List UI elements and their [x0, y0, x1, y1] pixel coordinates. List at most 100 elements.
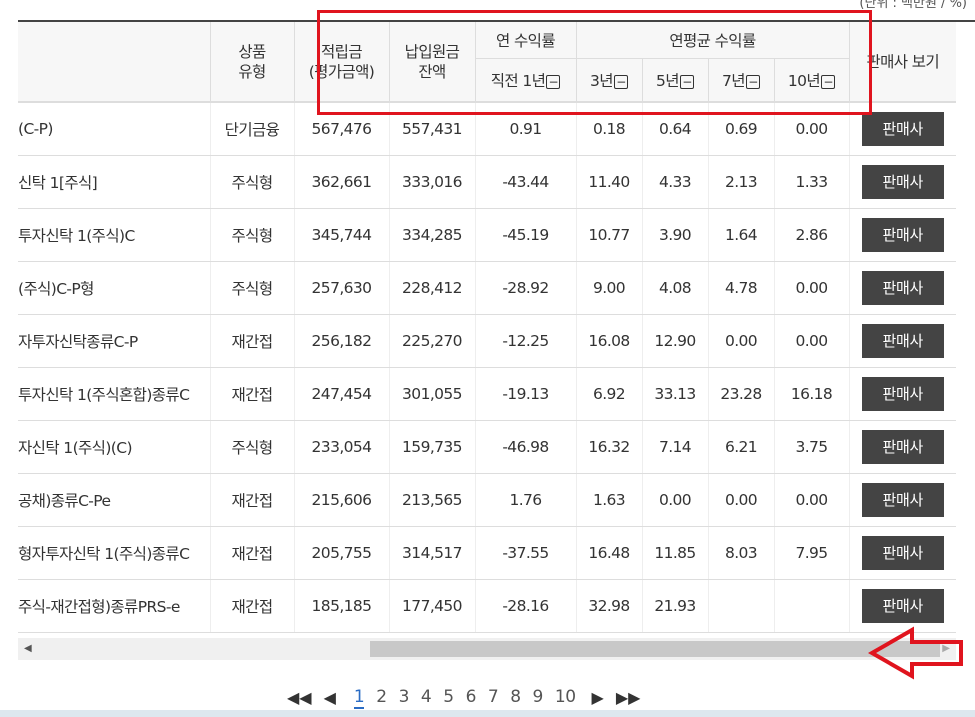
fund-name-cell: 자신탁 1(주식)(C) [18, 420, 210, 474]
last-page-icon[interactable]: ▶▶ [616, 688, 641, 707]
fund-name-cell: 주식-재간접형)종류PRS-e [18, 579, 210, 633]
next-page-icon[interactable]: ▶ [592, 688, 604, 707]
page-link[interactable]: 5 [443, 687, 454, 707]
prev-page-icon[interactable]: ◀ [324, 688, 336, 707]
seller-button[interactable]: 판매사 [861, 218, 944, 252]
return-10y-cell: 0.00 [773, 473, 849, 527]
seller-button[interactable]: 판매사 [861, 112, 944, 146]
return-5y-cell: 4.08 [641, 261, 708, 315]
seller-button[interactable]: 판매사 [861, 536, 944, 570]
seller-button[interactable]: 판매사 [861, 165, 944, 199]
return-3y-cell: 16.08 [575, 314, 642, 368]
return-3y-cell: 10.77 [575, 208, 642, 262]
product-type-cell: 재간접 [209, 314, 294, 368]
pagination: ◀◀ ◀ 1 2 3 4 5 6 7 8 9 10 ▶ ▶▶ [287, 684, 652, 710]
return-7y-cell: 8.03 [707, 526, 774, 580]
product-type-cell: 재간접 [209, 579, 294, 633]
return-1y-cell: -28.92 [474, 261, 576, 315]
paid-principal-cell: 334,285 [388, 208, 475, 262]
accumulated-cell: 215,606 [293, 473, 389, 527]
return-1y-cell: -37.55 [474, 526, 576, 580]
page-link[interactable]: 6 [466, 687, 477, 707]
paid-principal-cell: 225,270 [388, 314, 475, 368]
seller-cell: 판매사 [848, 473, 956, 527]
seller-button[interactable]: 판매사 [861, 377, 944, 411]
seller-button[interactable]: 판매사 [861, 483, 944, 517]
accumulated-cell: 247,454 [293, 367, 389, 421]
return-3y-cell: 11.40 [575, 155, 642, 209]
table-row: 공채)종류C-Pe 재간접 215,606 213,565 1.76 1.63 0.00 0.… [18, 473, 956, 527]
fund-name-text: 신탁 1[주식] [18, 174, 98, 192]
page-link[interactable]: 8 [510, 687, 521, 707]
product-type-cell: 재간접 [209, 473, 294, 527]
return-3y-cell: 16.48 [575, 526, 642, 580]
header-fund-name [18, 22, 210, 103]
return-7y-cell: 0.00 [707, 314, 774, 368]
fund-name-text: 공채)종류C-Pe [18, 492, 111, 510]
table-row: 자투자신탁종류C-P 재간접 256,182 225,270 -12.25 16.08 12… [18, 314, 956, 368]
return-10y-cell: 16.18 [773, 367, 849, 421]
product-type-cell: 주식형 [209, 208, 294, 262]
seller-button[interactable]: 판매사 [861, 271, 944, 305]
return-5y-cell: 3.90 [641, 208, 708, 262]
return-10y-cell: 0.00 [773, 314, 849, 368]
accumulated-cell: 233,054 [293, 420, 389, 474]
fund-name-cell: 자투자신탁종류C-P [18, 314, 210, 368]
page-link[interactable]: 2 [376, 687, 387, 707]
return-3y-cell: 6.92 [575, 367, 642, 421]
seller-button[interactable]: 판매사 [861, 324, 944, 358]
return-7y-cell: 6.21 [707, 420, 774, 474]
scroll-thumb[interactable] [370, 641, 940, 657]
table-row: 신탁 1[주식] 주식형 362,661 333,016 -43.44 11.40 4.33… [18, 155, 956, 209]
return-1y-cell: -19.13 [474, 367, 576, 421]
product-type-cell: 주식형 [209, 420, 294, 474]
header-product-type: 상품 유형 [209, 22, 294, 103]
seller-button[interactable]: 판매사 [861, 430, 944, 464]
accumulated-cell: 205,755 [293, 526, 389, 580]
fund-name-cell: 투자신탁 1(주식혼합)종류C [18, 367, 210, 421]
page-link[interactable]: 10 [555, 687, 576, 707]
page-link[interactable]: 7 [488, 687, 499, 707]
table-row: 투자신탁 1(주식혼합)종류C 재간접 247,454 301,055 -19.13 6.… [18, 367, 956, 421]
return-10y-cell: 1.33 [773, 155, 849, 209]
fund-name-cell: (C-P) [18, 102, 210, 156]
fund-name-text: (C-P) [18, 120, 53, 138]
return-3y-cell: 16.32 [575, 420, 642, 474]
table-row: (주식)C-P형 주식형 257,630 228,412 -28.92 9.00 4.08 4… [18, 261, 956, 315]
return-7y-cell: 0.00 [707, 473, 774, 527]
paid-principal-cell: 301,055 [388, 367, 475, 421]
page-link[interactable]: 3 [399, 687, 410, 707]
product-type-cell: 단기금융 [209, 102, 294, 156]
return-10y-cell [773, 579, 849, 633]
page-link[interactable]: 9 [533, 687, 544, 707]
fund-name-cell: 형자투자신탁 1(주식)종류C [18, 526, 210, 580]
return-7y-cell: 2.13 [707, 155, 774, 209]
horizontal-scrollbar[interactable]: ◀ ▶ [18, 638, 956, 660]
return-10y-cell: 7.95 [773, 526, 849, 580]
accumulated-cell: 185,185 [293, 579, 389, 633]
seller-cell: 판매사 [848, 155, 956, 209]
paid-principal-cell: 159,735 [388, 420, 475, 474]
first-page-icon[interactable]: ◀◀ [287, 688, 312, 707]
return-3y-cell: 9.00 [575, 261, 642, 315]
product-type-cell: 재간접 [209, 526, 294, 580]
table-row: 주식-재간접형)종류PRS-e 재간접 185,185 177,450 -28.16 32… [18, 579, 956, 633]
page-link[interactable]: 4 [421, 687, 432, 707]
seller-cell: 판매사 [848, 314, 956, 368]
return-10y-cell: 2.86 [773, 208, 849, 262]
paid-principal-cell: 177,450 [388, 579, 475, 633]
return-5y-cell: 21.93 [641, 579, 708, 633]
return-1y-cell: -43.44 [474, 155, 576, 209]
return-7y-cell: 23.28 [707, 367, 774, 421]
scroll-left-arrow-icon[interactable]: ◀ [24, 643, 32, 654]
seller-button[interactable]: 판매사 [861, 589, 944, 623]
page-link[interactable]: 1 [353, 687, 365, 709]
return-7y-cell [707, 579, 774, 633]
return-5y-cell: 11.85 [641, 526, 708, 580]
fund-name-cell: 공채)종류C-Pe [18, 473, 210, 527]
table-row: 투자신탁 1(주식)C 주식형 345,744 334,285 -45.19 10.77 3… [18, 208, 956, 262]
return-3y-cell: 1.63 [575, 473, 642, 527]
fund-name-text: 주식-재간접형)종류PRS-e [18, 598, 180, 616]
return-7y-cell: 1.64 [707, 208, 774, 262]
product-type-cell: 주식형 [209, 261, 294, 315]
